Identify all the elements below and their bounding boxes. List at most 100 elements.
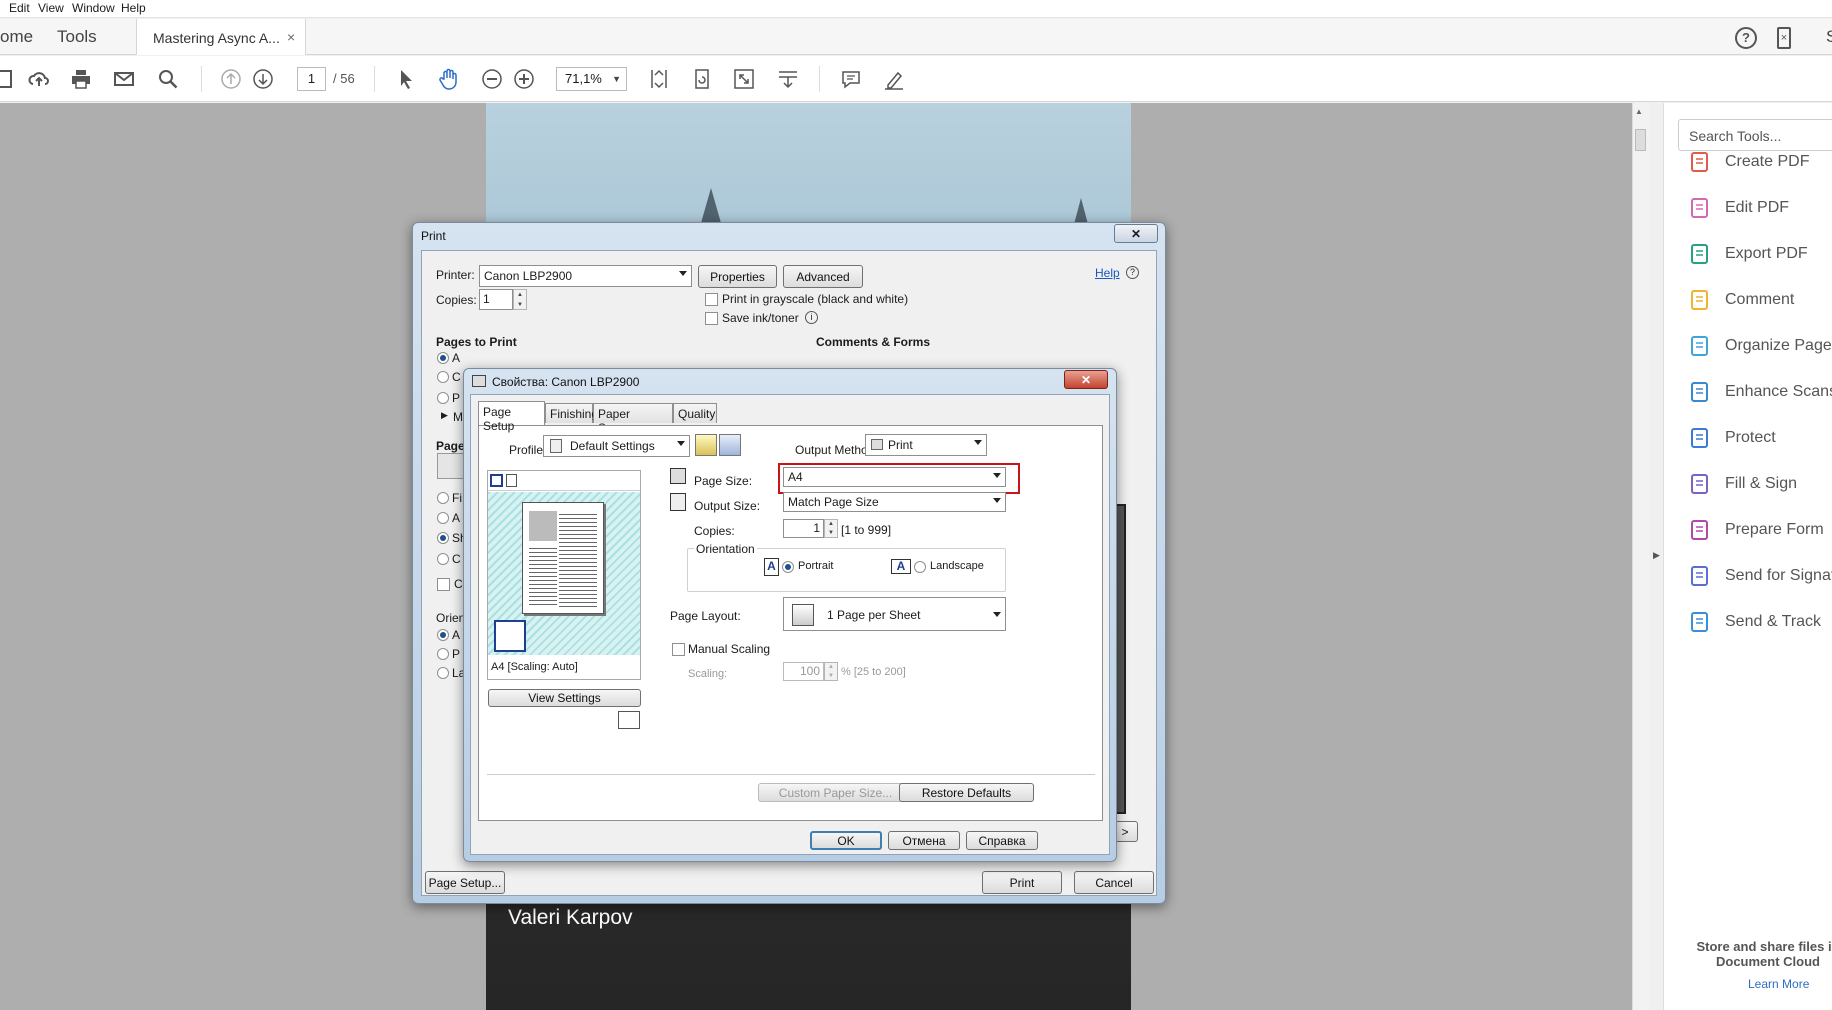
add-profile-icon[interactable] [695,434,717,456]
pages-all-radio[interactable] [437,352,449,364]
printer-info-icon[interactable] [618,711,640,729]
sizing-fit-radio[interactable] [437,492,449,504]
orient-auto-radio[interactable] [437,629,449,641]
tool-item-export-pdf[interactable]: Export PDF [1688,240,1832,270]
info-icon[interactable]: i [805,311,818,324]
portrait-radio[interactable] [782,561,794,573]
tab-home[interactable]: ome [0,27,33,47]
menu-edit[interactable]: Edit [9,1,30,15]
help-link[interactable]: Help [1095,266,1120,280]
tool-item-prepare-form[interactable]: Prepare Form [1688,516,1832,546]
highlight-pen-icon[interactable] [881,66,907,92]
properties-close-button[interactable]: ✕ [1064,370,1108,389]
output-size-select[interactable]: Match Page Size [783,492,1006,512]
search-icon[interactable] [155,66,181,92]
scrollbar-thumb[interactable] [1635,129,1646,151]
tool-item-protect[interactable]: Protect [1688,424,1832,454]
tab-quality[interactable]: Quality [673,403,717,423]
page-setup-button[interactable]: Page Setup... [425,871,505,894]
manual-scaling-checkbox[interactable] [672,643,685,656]
previous-page-icon[interactable] [218,66,244,92]
scroll-mode-icon[interactable] [775,66,801,92]
properties-cancel-button[interactable]: Отмена [888,831,960,850]
mobile-link-icon[interactable]: × [1777,27,1791,49]
custom-paper-size-button[interactable]: Custom Paper Size... [758,783,913,802]
print-copies-spinner[interactable]: ▲ ▼ [513,289,527,310]
choose-source-checkbox[interactable] [437,578,450,591]
pages-current-radio[interactable] [437,371,449,383]
sizing-shrink-radio[interactable] [437,532,449,544]
expand-pane-icon[interactable]: ▶ [1653,550,1660,561]
rotate-page-icon[interactable] [689,66,715,92]
pages-range-radio[interactable] [437,392,449,404]
edit-profile-icon[interactable] [719,434,741,456]
full-screen-icon[interactable] [731,66,757,92]
hand-tool-icon[interactable] [436,66,462,92]
search-tools-input[interactable]: Search Tools... [1678,119,1832,151]
orient-portrait-radio[interactable] [437,648,449,660]
ok-button[interactable]: OK [810,831,882,850]
tab-tools[interactable]: Tools [57,27,97,47]
help-question-icon[interactable]: ? [1126,266,1139,279]
upload-cloud-icon[interactable] [26,66,52,92]
scaling-spinner[interactable]: ▲ ▼ [824,662,838,681]
menu-view[interactable]: View [38,1,64,15]
restore-defaults-button[interactable]: Restore Defaults [899,783,1034,802]
print-button[interactable]: Print [982,871,1062,894]
tab-page-setup[interactable]: Page Setup [478,401,545,433]
scroll-up-icon[interactable]: ▲ [1635,107,1646,117]
tool-item-organize-pages[interactable]: Organize Pages [1688,332,1832,362]
props-copies-input[interactable]: 1 [783,519,824,538]
menu-help[interactable]: Help [121,1,146,15]
tab-paper-source[interactable]: Paper Source [593,403,673,435]
more-options-icon[interactable]: ▶ [441,410,448,421]
tool-item-create-pdf[interactable]: Create PDF [1688,148,1832,178]
email-icon[interactable] [111,66,137,92]
zoom-in-icon[interactable] [511,66,537,92]
preview-printer-icon[interactable] [506,474,517,487]
print-copies-input[interactable]: 1 [479,289,513,310]
landscape-radio[interactable] [914,561,926,573]
output-method-select[interactable]: Print [865,434,987,456]
print-close-button[interactable]: ✕ [1114,224,1158,243]
fit-page-icon[interactable] [646,66,672,92]
properties-help-button[interactable]: Справка [966,831,1038,850]
page-size-select[interactable]: A4 [783,467,1006,487]
print-icon[interactable] [68,66,94,92]
pane-toggle-strip[interactable]: ▶ [1649,103,1663,1010]
page-number-input[interactable]: 1 [297,67,326,91]
tool-item-enhance-scans[interactable]: Enhance Scans [1688,378,1832,408]
tab-finishing[interactable]: Finishing [545,403,598,423]
props-copies-spinner[interactable]: ▲ ▼ [824,519,838,538]
properties-button[interactable]: Properties [698,265,777,288]
tool-item-edit-pdf[interactable]: Edit PDF [1688,194,1832,224]
help-icon[interactable]: ? [1735,27,1757,49]
tab-document[interactable]: Mastering Async A... × [136,19,306,55]
tool-item-comment[interactable]: Comment [1688,286,1832,316]
sizing-custom-radio[interactable] [437,553,449,565]
save-icon[interactable] [0,66,16,92]
zoom-level-select[interactable]: 71,1% ▼ [556,67,627,91]
comment-tool-icon[interactable] [838,66,864,92]
advanced-button[interactable]: Advanced [783,265,863,288]
grayscale-checkbox[interactable] [705,293,718,306]
tool-item-send-signature[interactable]: Send for Signature [1688,562,1832,592]
view-settings-button[interactable]: View Settings [488,689,641,707]
next-page-icon[interactable] [250,66,276,92]
close-tab-icon[interactable]: × [287,29,295,45]
orient-landscape-radio[interactable] [437,667,449,679]
menu-window[interactable]: Window [72,1,115,15]
scaling-input[interactable]: 100 [783,662,824,681]
printer-select[interactable]: Canon LBP2900 [479,265,692,287]
save-ink-checkbox[interactable] [705,312,718,325]
sizing-actual-radio[interactable] [437,512,449,524]
profile-select[interactable]: Default Settings [543,435,690,457]
print-cancel-button[interactable]: Cancel [1074,871,1154,894]
zoom-out-icon[interactable] [479,66,505,92]
vertical-scrollbar[interactable]: ▲ [1632,103,1649,1010]
preview-page-icon[interactable] [490,474,503,487]
page-layout-select[interactable]: 1 Page per Sheet [783,597,1006,631]
select-pointer-icon[interactable] [393,66,419,92]
sign-in-label[interactable]: S [1826,27,1832,47]
learn-more-link[interactable]: Learn More [1748,977,1809,991]
